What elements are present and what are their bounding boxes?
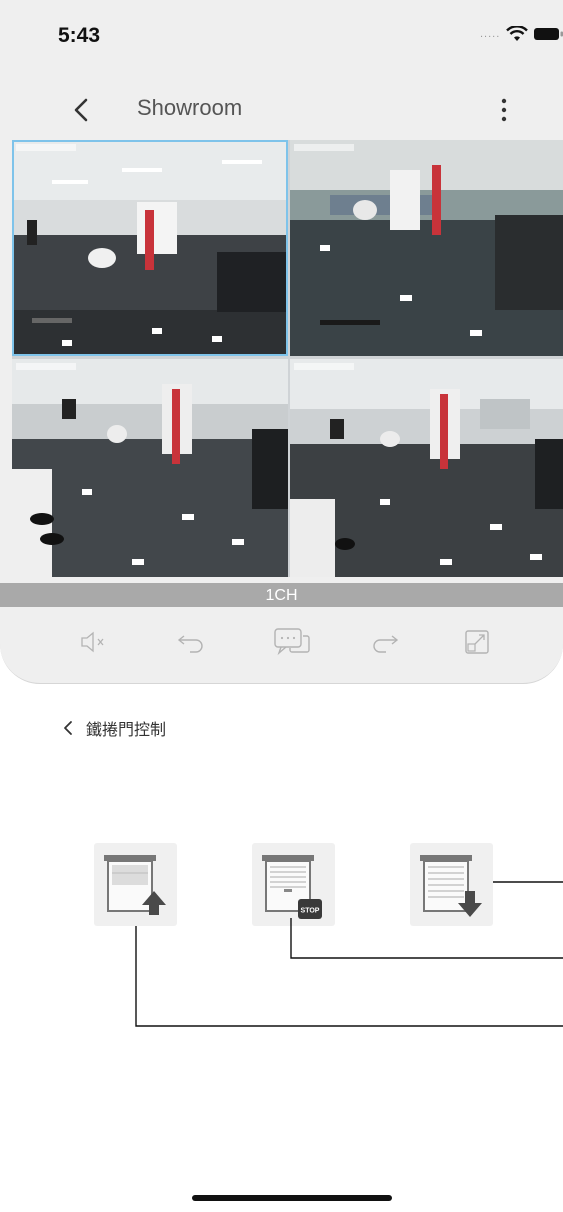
camera-grid [12,140,563,577]
door-up-arrow-icon [104,855,166,915]
camera-2-overlay [294,144,354,151]
page-title: Showroom [137,95,243,120]
camera-card: 5:43 ..... Showroom 1CH [0,0,563,684]
expand-button[interactable] [455,622,499,662]
mute-button[interactable] [72,622,116,662]
camera-2-feed[interactable] [290,140,563,356]
camera-1-overlay [16,144,76,151]
chat-button[interactable] [270,622,314,662]
camera-4-image [290,359,563,577]
section-title: 鐵捲門控制 [86,722,167,739]
signal-icon: ..... [480,28,501,40]
camera-2-image [290,140,563,356]
redo-arrow-icon [373,635,399,653]
undo-button[interactable] [170,622,214,662]
camera-3-image [12,359,288,577]
door-stop-icon: STOP [262,855,322,919]
callout-line-up [135,926,563,1027]
chat-icon [274,628,310,656]
door-down-button[interactable] [410,843,493,926]
door-down-arrow-icon [420,855,482,917]
door-up-button[interactable] [94,843,177,926]
redo-button[interactable] [362,622,406,662]
camera-4-overlay [294,363,354,370]
camera-4-feed[interactable] [290,359,563,577]
camera-1-image [12,140,288,356]
camera-3-overlay [16,363,76,370]
door-stop-button[interactable]: STOP [252,843,335,926]
back-icon[interactable] [62,90,102,130]
battery-icon [534,28,563,40]
status-indicators: ..... [480,26,563,42]
status-time: 5:43 [58,24,101,47]
expand-icon [465,630,489,654]
more-options-icon[interactable] [492,92,516,128]
channel-label: 1CH [0,583,563,607]
stop-badge: STOP [301,908,320,915]
mute-icon [81,631,104,653]
camera-1-feed[interactable] [12,140,288,356]
home-indicator[interactable] [192,1195,392,1201]
undo-arrow-icon [177,635,203,653]
wifi-icon [506,26,529,41]
section-back-icon[interactable] [60,716,76,740]
camera-3-feed[interactable] [12,359,288,577]
